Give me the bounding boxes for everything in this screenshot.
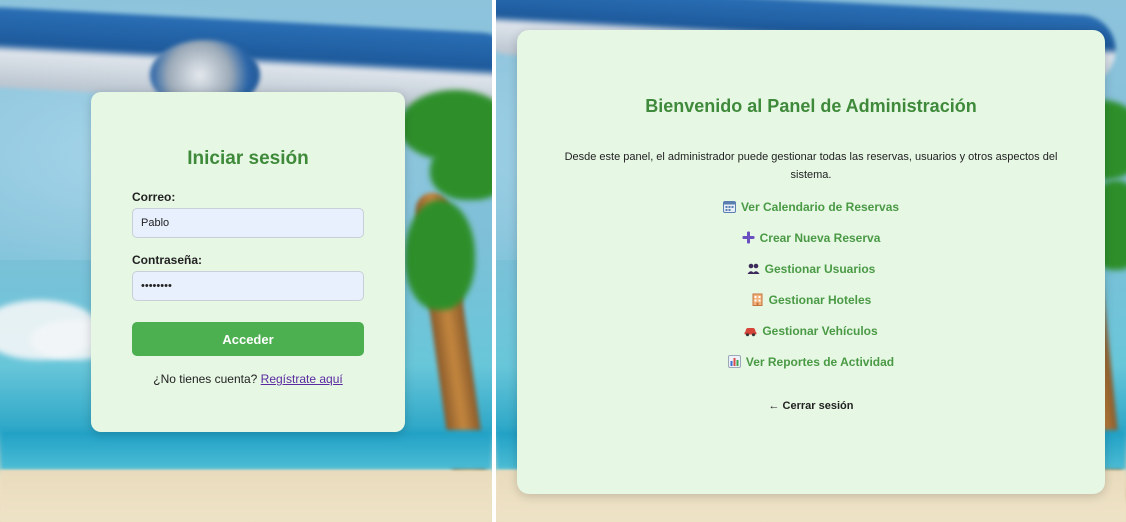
sand: [0, 470, 492, 522]
users-icon: [747, 263, 760, 274]
signup-link[interactable]: Regístrate aquí: [261, 372, 343, 386]
menu-item-label: Gestionar Hoteles: [768, 293, 872, 307]
palm-leaf: [405, 200, 475, 310]
hotel-icon: [752, 293, 763, 306]
admin-panel-title: Bienvenido al Panel de Administración: [645, 96, 977, 116]
car-icon: [744, 328, 757, 337]
calendar-icon: [722, 201, 736, 213]
signup-prompt: ¿No tienes cuenta?: [153, 372, 258, 386]
palm-leaf: [430, 140, 492, 200]
menu-item-label: Gestionar Usuarios: [764, 262, 876, 276]
menu-item-new-reservation[interactable]: Crear Nueva Reserva: [517, 231, 1105, 245]
menu-item-users[interactable]: Gestionar Usuarios: [517, 262, 1105, 276]
signup-line: ¿No tienes cuenta? Regístrate aquí: [91, 372, 405, 386]
menu-item-reports[interactable]: Ver Reportes de Actividad: [517, 355, 1105, 369]
menu-item-label: Ver Calendario de Reservas: [740, 200, 900, 214]
password-field[interactable]: [132, 271, 364, 301]
menu-item-label: Gestionar Vehículos: [762, 324, 878, 338]
menu-item-label: Crear Nueva Reserva: [759, 231, 881, 245]
admin-panel-card: Bienvenido al Panel de Administración De…: [517, 30, 1105, 494]
email-field[interactable]: [132, 208, 364, 238]
menu-item-vehicles[interactable]: Gestionar Vehículos: [517, 324, 1105, 338]
logout-link[interactable]: ← Cerrar sesión: [517, 400, 1105, 412]
menu-item-hotels[interactable]: Gestionar Hoteles: [517, 293, 1105, 307]
login-title: Iniciar sesión: [187, 148, 309, 169]
sea: [0, 430, 492, 470]
menu-item-calendar[interactable]: Ver Calendario de Reservas: [517, 200, 1105, 214]
password-label: Contraseña:: [132, 253, 203, 267]
email-label: Correo:: [132, 190, 176, 204]
plus-icon: [742, 231, 755, 244]
admin-panel-description: Desde este panel, el administrador puede…: [564, 151, 1058, 181]
bar-chart-icon: [727, 355, 741, 368]
menu-item-label: Ver Reportes de Actividad: [745, 355, 895, 369]
login-card: Iniciar sesión Correo: Contraseña: Acced…: [91, 92, 405, 432]
login-submit-button[interactable]: Acceder: [132, 322, 364, 356]
